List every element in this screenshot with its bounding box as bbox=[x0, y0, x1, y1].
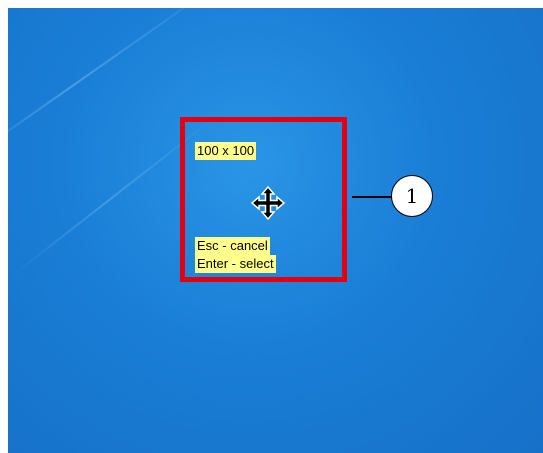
callout-number: 1 bbox=[405, 184, 419, 208]
hint-select-label: Enter - select bbox=[195, 255, 276, 273]
callout-leader-line bbox=[352, 196, 394, 198]
screenshot-frame: 100 x 100 Esc - cancel Enter - select 1 bbox=[0, 0, 543, 453]
selection-size-label: 100 x 100 bbox=[195, 142, 257, 160]
hint-cancel-label: Esc - cancel bbox=[195, 237, 270, 255]
move-cursor-icon[interactable] bbox=[250, 185, 286, 221]
callout-number-badge: 1 bbox=[391, 175, 433, 217]
